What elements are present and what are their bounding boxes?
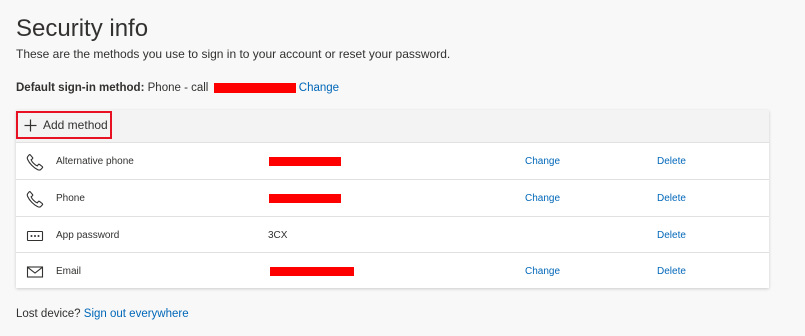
- method-row-app-password: App password 3CX Delete: [16, 216, 769, 253]
- redaction-bar: [269, 157, 341, 166]
- redaction-bar: [270, 267, 354, 276]
- change-link-email[interactable]: Change: [525, 265, 560, 279]
- method-name: App password: [56, 230, 120, 241]
- method-row-phone: Phone Change Delete: [16, 179, 769, 216]
- phone-icon: [26, 191, 44, 208]
- add-method-label: Add method: [43, 118, 108, 132]
- method-detail: 3CX: [268, 230, 288, 241]
- default-sign-in-method: Default sign-in method: Phone - call Cha…: [16, 80, 339, 96]
- method-name: Alternative phone: [56, 156, 134, 167]
- delete-link-phone[interactable]: Delete: [657, 192, 686, 206]
- add-method-button[interactable]: Add method: [16, 111, 112, 139]
- mail-icon: [26, 266, 44, 278]
- password-dots-icon: [26, 230, 44, 242]
- change-link-phone[interactable]: Change: [525, 192, 560, 206]
- change-link-alternative-phone[interactable]: Change: [525, 155, 560, 169]
- card-header: Add method: [16, 110, 769, 142]
- delete-link-email[interactable]: Delete: [657, 265, 686, 279]
- method-row-email: Email Change Delete: [16, 252, 769, 289]
- delete-link-app-password[interactable]: Delete: [657, 229, 686, 243]
- plus-icon: [24, 119, 37, 131]
- page-subtitle: These are the methods you use to sign in…: [16, 47, 451, 61]
- lost-device-label: Lost device?: [16, 308, 81, 320]
- default-method-label: Default sign-in method:: [16, 82, 145, 94]
- method-row-alternative-phone: Alternative phone Change Delete: [16, 142, 769, 179]
- phone-icon: [26, 154, 44, 171]
- lost-device-section: Lost device? Sign out everywhere: [16, 306, 189, 322]
- security-methods-card: Add method Alternative phone Change Dele…: [16, 110, 769, 288]
- method-name: Phone: [56, 193, 85, 204]
- page-title: Security info: [16, 15, 149, 42]
- default-method-change-link[interactable]: Change: [299, 82, 339, 94]
- sign-out-everywhere-link[interactable]: Sign out everywhere: [84, 308, 189, 320]
- redaction-bar: [269, 194, 341, 203]
- method-name: Email: [56, 266, 82, 277]
- redacted-phone-number: [213, 82, 296, 93]
- delete-link-alternative-phone[interactable]: Delete: [657, 155, 686, 169]
- default-method-value: Phone - call: [147, 82, 209, 94]
